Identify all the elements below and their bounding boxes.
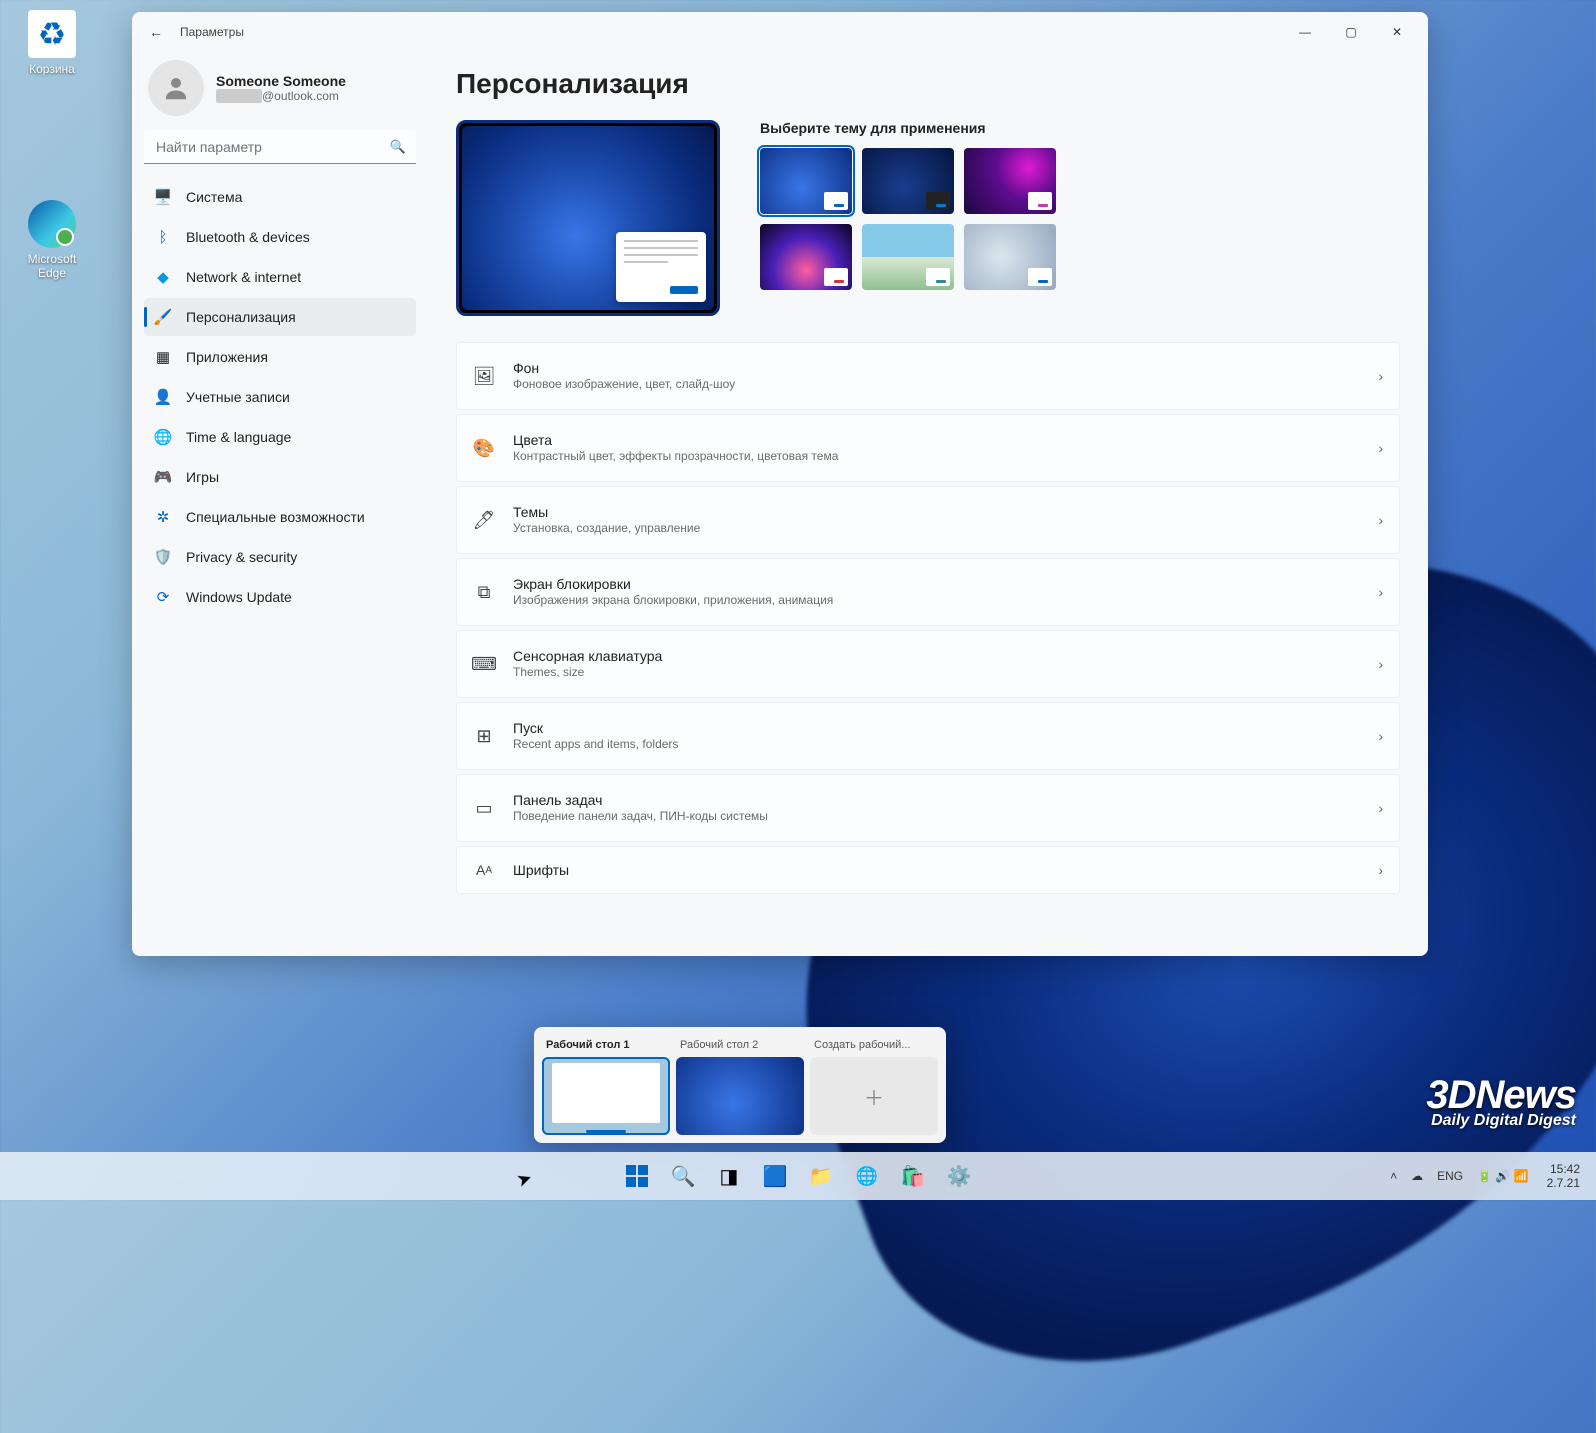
start-button[interactable]	[617, 1156, 657, 1196]
row-fonts[interactable]: AA Шрифты ›	[456, 846, 1400, 894]
edge-label: Microsoft Edge	[14, 252, 90, 280]
privacy-icon: 🛡️	[154, 548, 172, 566]
nav-personalization[interactable]: 🖌️Персонализация	[144, 298, 416, 336]
nav-gaming[interactable]: 🎮Игры	[144, 458, 416, 496]
search-box[interactable]: 🔍	[144, 130, 416, 164]
edge-icon	[28, 200, 76, 248]
chevron-right-icon: ›	[1378, 728, 1383, 744]
theme-tile-5[interactable]	[862, 224, 954, 290]
explorer-button[interactable]: 📁	[801, 1156, 841, 1196]
taskview-desktop-2[interactable]: Рабочий стол 2	[676, 1035, 804, 1135]
sidebar: Someone Someone xxxxxxx@outlook.com 🔍 🖥️…	[132, 52, 428, 956]
page-title: Персонализация	[456, 68, 1400, 100]
row-background[interactable]: 🖼 ФонФоновое изображение, цвет, слайд-шо…	[456, 342, 1400, 410]
lockscreen-icon: ⧉	[473, 582, 495, 603]
close-button[interactable]: ✕	[1374, 16, 1420, 48]
maximize-button[interactable]: ▢	[1328, 16, 1374, 48]
fonts-icon: AA	[473, 862, 495, 878]
theme-tile-1[interactable]	[760, 148, 852, 214]
recycle-bin-label: Корзина	[14, 62, 90, 76]
nav-accounts[interactable]: 👤Учетные записи	[144, 378, 416, 416]
bluetooth-icon: ᛒ	[154, 228, 172, 246]
personalization-icon: 🖌️	[154, 308, 172, 326]
row-taskbar[interactable]: ▭ Панель задачПоведение панели задач, ПИ…	[456, 774, 1400, 842]
store-button[interactable]: 🛍️	[893, 1156, 933, 1196]
theme-tile-4[interactable]	[760, 224, 852, 290]
taskbar: 🔍 ◨ 🟦 📁 🌐 🛍️ ⚙️ ˄ ☁ ENG 🔋 🔊 📶 15:42 2.7.…	[0, 1152, 1596, 1200]
account-button[interactable]: Someone Someone xxxxxxx@outlook.com	[144, 60, 416, 116]
palette-icon: 🎨	[473, 438, 495, 459]
accessibility-icon: ✲	[154, 508, 172, 526]
nav-system[interactable]: 🖥️Система	[144, 178, 416, 216]
search-icon: 🔍	[390, 139, 406, 155]
desktop-icon-recycle-bin[interactable]: ♻ Корзина	[14, 10, 90, 76]
edge-taskbar-button[interactable]: 🌐	[847, 1156, 887, 1196]
nav-accessibility[interactable]: ✲Специальные возможности	[144, 498, 416, 536]
settings-window: ← Параметры — ▢ ✕ Someone Someone xxxxxx…	[132, 12, 1428, 956]
tray-network-sound-battery[interactable]: 🔋 🔊 📶	[1473, 1169, 1533, 1183]
apps-icon: ▦	[154, 348, 172, 366]
chevron-right-icon: ›	[1378, 800, 1383, 816]
search-input[interactable]	[144, 130, 416, 164]
chevron-right-icon: ›	[1378, 656, 1383, 672]
desktop-icon-edge[interactable]: Microsoft Edge	[14, 200, 90, 280]
row-colors[interactable]: 🎨 ЦветаКонтрастный цвет, эффекты прозрач…	[456, 414, 1400, 482]
theme-tile-2[interactable]	[862, 148, 954, 214]
desktop-preview	[456, 120, 720, 316]
taskview-popup: Рабочий стол 1 Рабочий стол 2 Создать ра…	[534, 1027, 946, 1143]
theme-tile-6[interactable]	[964, 224, 1056, 290]
gaming-icon: 🎮	[154, 468, 172, 486]
settings-taskbar-button[interactable]: ⚙️	[939, 1156, 979, 1196]
themes-heading: Выберите тему для применения	[760, 120, 1056, 136]
taskview-button[interactable]: ◨	[709, 1156, 749, 1196]
chevron-right-icon: ›	[1378, 368, 1383, 384]
nav-bluetooth[interactable]: ᛒBluetooth & devices	[144, 218, 416, 256]
time-icon: 🌐	[154, 428, 172, 446]
picture-icon: 🖼	[473, 366, 495, 387]
brush-icon: 🖊	[473, 510, 495, 531]
start-icon: ⊞	[473, 726, 495, 747]
minimize-button[interactable]: —	[1282, 16, 1328, 48]
nav-time[interactable]: 🌐Time & language	[144, 418, 416, 456]
account-name: Someone Someone	[216, 73, 346, 89]
tray-overflow[interactable]: ˄	[1386, 1169, 1401, 1183]
chevron-right-icon: ›	[1378, 512, 1383, 528]
nav-network[interactable]: ◆Network & internet	[144, 258, 416, 296]
taskbar-icon: ▭	[473, 798, 495, 819]
chevron-right-icon: ›	[1378, 862, 1383, 878]
titlebar: ← Параметры — ▢ ✕	[132, 12, 1428, 52]
nav-update[interactable]: ⟳Windows Update	[144, 578, 416, 616]
system-icon: 🖥️	[154, 188, 172, 206]
row-themes[interactable]: 🖊 ТемыУстановка, создание, управление ›	[456, 486, 1400, 554]
tray-clock[interactable]: 15:42 2.7.21	[1539, 1162, 1588, 1191]
window-title: Параметры	[180, 25, 244, 39]
update-icon: ⟳	[154, 588, 172, 606]
nav-apps[interactable]: ▦Приложения	[144, 338, 416, 376]
keyboard-icon: ⌨	[473, 654, 495, 675]
chevron-right-icon: ›	[1378, 440, 1383, 456]
watermark: 3DNews Daily Digital Digest	[1426, 1073, 1576, 1130]
account-email: xxxxxxx@outlook.com	[216, 89, 346, 103]
recycle-bin-icon: ♻	[28, 10, 76, 58]
chevron-right-icon: ›	[1378, 584, 1383, 600]
nav-privacy[interactable]: 🛡️Privacy & security	[144, 538, 416, 576]
row-touch-keyboard[interactable]: ⌨ Сенсорная клавиатураThemes, size ›	[456, 630, 1400, 698]
theme-tile-3[interactable]	[964, 148, 1056, 214]
back-button[interactable]: ←	[140, 16, 172, 48]
taskview-desktop-1[interactable]: Рабочий стол 1	[542, 1035, 670, 1135]
row-lockscreen[interactable]: ⧉ Экран блокировкиИзображения экрана бло…	[456, 558, 1400, 626]
widgets-button[interactable]: 🟦	[755, 1156, 795, 1196]
search-button[interactable]: 🔍	[663, 1156, 703, 1196]
row-start[interactable]: ⊞ ПускRecent apps and items, folders ›	[456, 702, 1400, 770]
main-content: Персонализация Выберите тему для примене…	[428, 52, 1428, 956]
preview-window-card	[616, 232, 706, 302]
tray-onedrive[interactable]: ☁	[1407, 1169, 1427, 1183]
network-icon: ◆	[154, 268, 172, 286]
tray-language[interactable]: ENG	[1433, 1169, 1467, 1183]
avatar-icon	[148, 60, 204, 116]
accounts-icon: 👤	[154, 388, 172, 406]
taskview-new-desktop[interactable]: Создать рабочий... ＋	[810, 1035, 938, 1135]
